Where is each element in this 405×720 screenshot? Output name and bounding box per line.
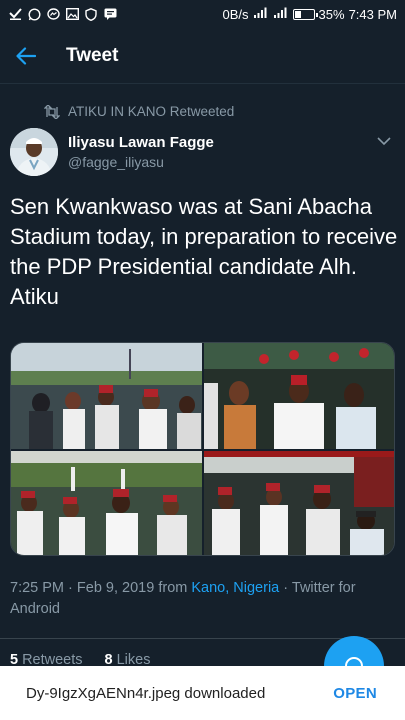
app-bar: Tweet [0, 28, 405, 84]
tweet-time: 7:25 PM [10, 580, 64, 596]
status-bar: 0B/s 35% 7:43 PM [0, 0, 405, 28]
notification-icons [8, 7, 117, 21]
tweet-meta: 7:25 PM · Feb 9, 2019 from Kano, Nigeria… [10, 578, 395, 620]
avatar[interactable] [10, 128, 58, 176]
from-word: from [158, 580, 188, 596]
system-indicators: 0B/s 35% 7:43 PM [223, 7, 397, 22]
tweet-date: Feb 9, 2019 [76, 580, 155, 596]
stadium-crowd-photo-4[interactable] [204, 451, 394, 555]
retweet-label[interactable]: ATIKU IN KANO Retweeted [44, 104, 234, 119]
retweet-label-text: ATIKU IN KANO Retweeted [68, 104, 235, 119]
clock: 7:43 PM [348, 6, 397, 22]
author-name: Iliyasu Lawan Fagge [68, 134, 214, 151]
tweet-location-link[interactable]: Kano, Nigeria [191, 580, 279, 596]
stadium-crowd-photo-1[interactable] [11, 343, 202, 449]
shield-icon [84, 7, 98, 21]
signal-icon-2 [273, 7, 289, 22]
back-button[interactable] [0, 28, 52, 84]
gallery-icon [65, 8, 79, 20]
stadium-crowd-photo-2[interactable] [204, 343, 394, 449]
battery-percent: 35% [318, 6, 345, 22]
page-title: Tweet [66, 44, 119, 66]
chat-icon [103, 8, 117, 20]
tweet-text: Sen Kwankwaso was at Sani Abacha Stadium… [10, 194, 398, 309]
whatsapp-icon [27, 7, 41, 21]
open-download-button[interactable]: OPEN [333, 685, 377, 702]
battery-level [294, 10, 301, 18]
messenger-icon [46, 7, 60, 20]
tweet-media-grid [10, 342, 395, 556]
chevron-down-icon[interactable] [373, 130, 395, 152]
screen: 0B/s 35% 7:43 PM Tweet ATIKU IN KANO Ret… [0, 0, 405, 720]
download-message: Dy-9IgzXgAENn4r.jpeg downloaded [26, 684, 266, 702]
author-handle: @fagge_iliyasu [68, 154, 164, 170]
stadium-crowd-photo-3[interactable] [11, 451, 202, 555]
battery-icon [292, 8, 318, 20]
arrow-left-icon [16, 46, 36, 65]
retweet-icon [44, 104, 60, 119]
tweet-author[interactable]: Iliyasu Lawan Fagge @fagge_iliyasu [10, 128, 395, 178]
meta-separator: · [68, 580, 73, 596]
meta-separator-2: · [283, 580, 289, 596]
check-download-icon [8, 8, 22, 20]
signal-icon-1 [253, 7, 269, 22]
download-snackbar: Dy-9IgzXgAENn4r.jpeg downloaded OPEN [0, 666, 405, 720]
data-rate: 0B/s [222, 6, 249, 22]
